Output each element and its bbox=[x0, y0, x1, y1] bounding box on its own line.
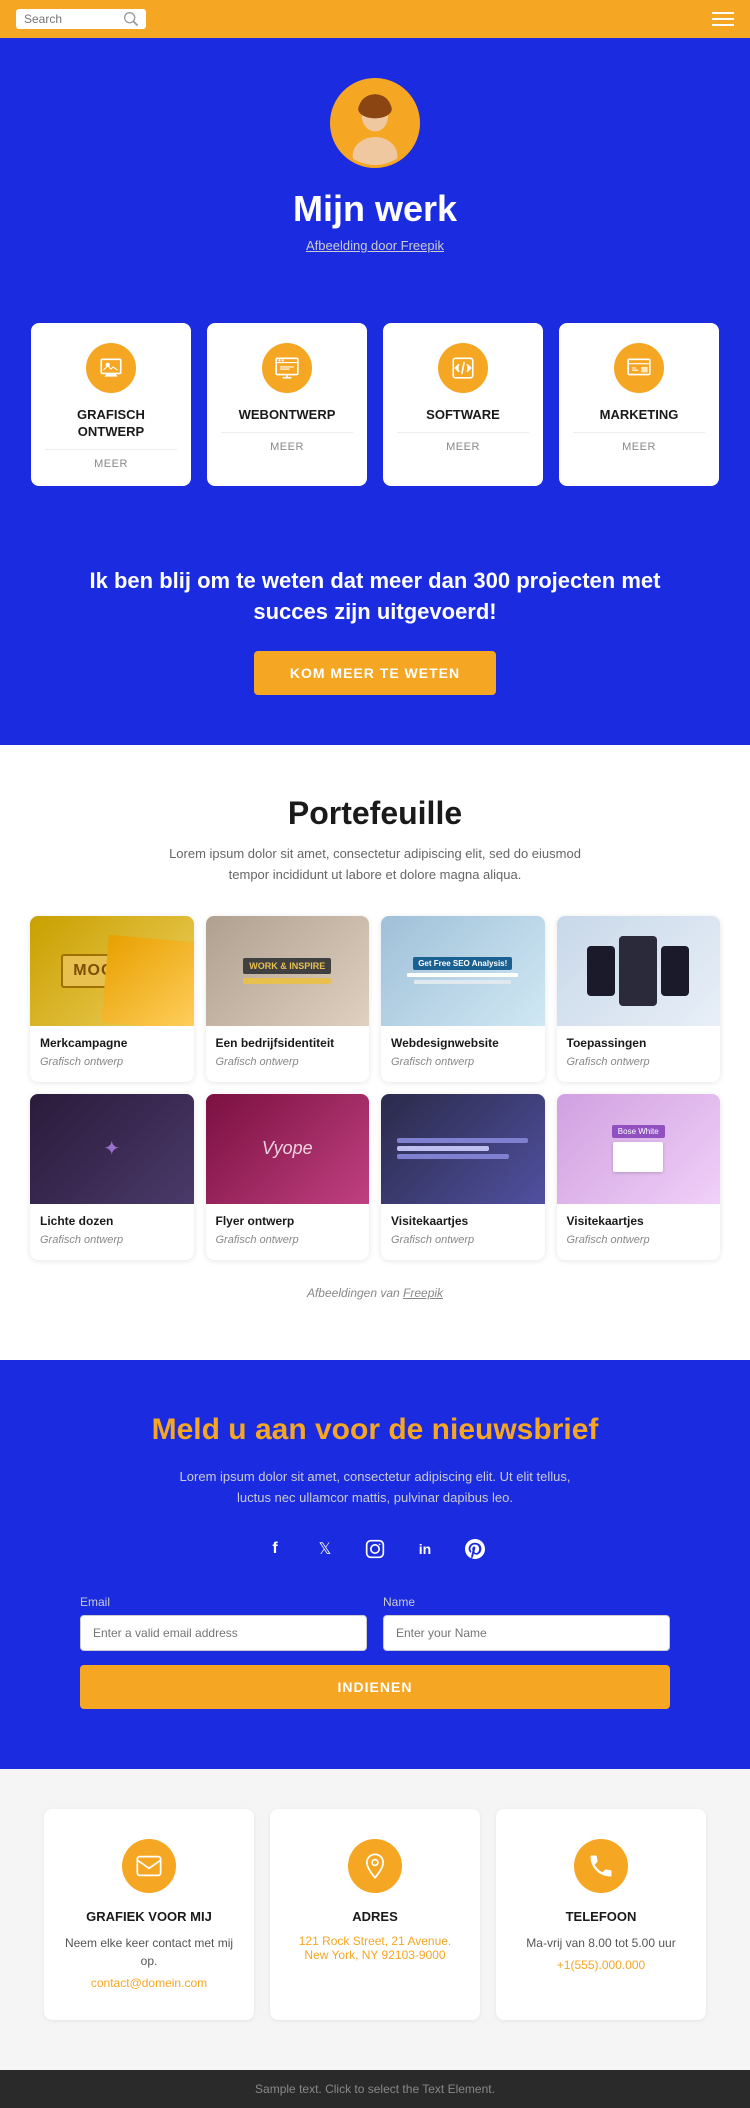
portfolio-item-0-title: Merkcampagne bbox=[40, 1036, 184, 1050]
service-title-webontwerp: WEBONTWERP bbox=[221, 407, 353, 424]
social-linkedin[interactable]: in bbox=[409, 1533, 441, 1565]
portfolio-item-5[interactable]: Vyope Flyer ontwerp Grafisch ontwerp bbox=[206, 1094, 370, 1260]
contact-telefoon-link[interactable]: +1(555).000.000 bbox=[516, 1958, 686, 1972]
footer: Sample text. Click to select the Text El… bbox=[0, 2070, 750, 2108]
portfolio-credit: Afbeeldingen van Freepik bbox=[30, 1276, 720, 1330]
hero-section: Mijn werk Afbeelding door Freepik bbox=[0, 38, 750, 303]
contact-card-adres: ADRES 121 Rock Street, 21 Avenue. New Yo… bbox=[270, 1809, 480, 2020]
service-icon-webontwerp bbox=[262, 343, 312, 393]
contact-icon-location bbox=[348, 1839, 402, 1893]
footer-text: Sample text. Click to select the Text El… bbox=[20, 2082, 730, 2096]
contact-icon-email bbox=[122, 1839, 176, 1893]
cta-button[interactable]: KOM MEER TE WETEN bbox=[254, 651, 496, 695]
cta-section: Ik ben blij om te weten dat meer dan 300… bbox=[0, 536, 750, 746]
service-icon-grafisch bbox=[86, 343, 136, 393]
social-icons: f 𝕏 in bbox=[80, 1533, 670, 1565]
portfolio-item-2-title: Webdesignwebsite bbox=[391, 1036, 535, 1050]
portfolio-item-5-title: Flyer ontwerp bbox=[216, 1214, 360, 1228]
contact-grafiek-title: GRAFIEK VOOR MIJ bbox=[64, 1909, 234, 1924]
contact-section: GRAFIEK VOOR MIJ Neem elke keer contact … bbox=[0, 1769, 750, 2070]
name-input[interactable] bbox=[383, 1615, 670, 1651]
portfolio-item-7-category: Grafisch ontwerp bbox=[567, 1234, 650, 1246]
email-group: Email bbox=[80, 1595, 367, 1651]
hamburger-menu[interactable] bbox=[712, 12, 734, 26]
portfolio-item-2[interactable]: Get Free SEO Analysis! Webdesignwebsite … bbox=[381, 916, 545, 1082]
services-section: GRAFISCHONTWERP MEER WEBONTWERP MEER bbox=[0, 303, 750, 536]
portfolio-item-1-title: Een bedrijfsidentiteit bbox=[216, 1036, 360, 1050]
social-twitter[interactable]: 𝕏 bbox=[309, 1533, 341, 1565]
portfolio-item-1[interactable]: WORK & INSPIRE Een bedrijfsidentiteit Gr… bbox=[206, 916, 370, 1082]
service-meer-software[interactable]: MEER bbox=[397, 432, 529, 453]
portfolio-item-1-category: Grafisch ontwerp bbox=[216, 1056, 299, 1068]
service-icon-marketing bbox=[614, 343, 664, 393]
portfolio-item-7-title: Visitekaartjes bbox=[567, 1214, 711, 1228]
portfolio-item-0[interactable]: MOCKUP Merkcampagne Grafisch ontwerp bbox=[30, 916, 194, 1082]
portfolio-item-0-category: Grafisch ontwerp bbox=[40, 1056, 123, 1068]
portfolio-item-4-title: Lichte dozen bbox=[40, 1214, 184, 1228]
social-instagram[interactable] bbox=[359, 1533, 391, 1565]
contact-adres-title: ADRES bbox=[290, 1909, 460, 1924]
name-group: Name bbox=[383, 1595, 670, 1651]
search-box[interactable] bbox=[16, 9, 146, 29]
newsletter-description: Lorem ipsum dolor sit amet, consectetur … bbox=[175, 1467, 575, 1509]
portfolio-item-3-title: Toepassingen bbox=[567, 1036, 711, 1050]
email-label: Email bbox=[80, 1595, 367, 1609]
social-pinterest[interactable] bbox=[459, 1533, 491, 1565]
social-facebook[interactable]: f bbox=[259, 1533, 291, 1565]
service-meer-marketing[interactable]: MEER bbox=[573, 432, 705, 453]
portfolio-title: Portefeuille bbox=[30, 795, 720, 832]
service-card-webontwerp[interactable]: WEBONTWERP MEER bbox=[207, 323, 367, 486]
portfolio-item-3[interactable]: Toepassingen Grafisch ontwerp bbox=[557, 916, 721, 1082]
hero-subtitle[interactable]: Afbeelding door Freepik bbox=[20, 238, 730, 253]
portfolio-section: Portefeuille Lorem ipsum dolor sit amet,… bbox=[0, 745, 750, 1360]
contact-icon-phone bbox=[574, 1839, 628, 1893]
service-card-software[interactable]: SOFTWARE MEER bbox=[383, 323, 543, 486]
newsletter-section: Meld u aan voor de nieuwsbrief Lorem ips… bbox=[0, 1360, 750, 1769]
email-input[interactable] bbox=[80, 1615, 367, 1651]
service-meer-grafisch[interactable]: MEER bbox=[45, 449, 177, 470]
service-title-grafisch: GRAFISCHONTWERP bbox=[45, 407, 177, 441]
name-label: Name bbox=[383, 1595, 670, 1609]
contact-telefoon-text: Ma-vrij van 8.00 tot 5.00 uur bbox=[516, 1934, 686, 1952]
portfolio-item-7[interactable]: Bose White Visitekaartjes Grafisch ontwe… bbox=[557, 1094, 721, 1260]
contact-grafiek-link[interactable]: contact@domein.com bbox=[64, 1976, 234, 1990]
portfolio-item-6[interactable]: Visitekaartjes Grafisch ontwerp bbox=[381, 1094, 545, 1260]
portfolio-item-5-category: Grafisch ontwerp bbox=[216, 1234, 299, 1246]
service-card-grafisch[interactable]: GRAFISCHONTWERP MEER bbox=[31, 323, 191, 486]
service-meer-webontwerp[interactable]: MEER bbox=[221, 432, 353, 453]
contact-card-grafiek: GRAFIEK VOOR MIJ Neem elke keer contact … bbox=[44, 1809, 254, 2020]
portfolio-grid: MOCKUP Merkcampagne Grafisch ontwerp WOR… bbox=[30, 916, 720, 1260]
hero-title: Mijn werk bbox=[20, 188, 730, 230]
contact-grafiek-text: Neem elke keer contact met mij op. bbox=[64, 1934, 234, 1970]
portfolio-description: Lorem ipsum dolor sit amet, consectetur … bbox=[155, 844, 595, 886]
search-input[interactable] bbox=[24, 12, 124, 26]
portfolio-item-4[interactable]: ✦ Lichte dozen Grafisch ontwerp bbox=[30, 1094, 194, 1260]
portfolio-item-2-category: Grafisch ontwerp bbox=[391, 1056, 474, 1068]
newsletter-title: Meld u aan voor de nieuwsbrief bbox=[80, 1410, 670, 1449]
portfolio-item-6-title: Visitekaartjes bbox=[391, 1214, 535, 1228]
portfolio-item-6-category: Grafisch ontwerp bbox=[391, 1234, 474, 1246]
service-title-software: SOFTWARE bbox=[397, 407, 529, 424]
service-card-marketing[interactable]: MARKETING MEER bbox=[559, 323, 719, 486]
contact-adres-link[interactable]: 121 Rock Street, 21 Avenue. New York, NY… bbox=[290, 1934, 460, 1962]
contact-telefoon-title: TELEFOON bbox=[516, 1909, 686, 1924]
portfolio-item-3-category: Grafisch ontwerp bbox=[567, 1056, 650, 1068]
portfolio-item-4-category: Grafisch ontwerp bbox=[40, 1234, 123, 1246]
submit-button[interactable]: INDIENEN bbox=[80, 1665, 670, 1709]
portfolio-credit-link[interactable]: Freepik bbox=[403, 1286, 443, 1300]
service-icon-software bbox=[438, 343, 488, 393]
cta-text: Ik ben blij om te weten dat meer dan 300… bbox=[80, 566, 670, 628]
header bbox=[0, 0, 750, 38]
avatar bbox=[330, 78, 420, 168]
contact-card-telefoon: TELEFOON Ma-vrij van 8.00 tot 5.00 uur +… bbox=[496, 1809, 706, 2020]
service-title-marketing: MARKETING bbox=[573, 407, 705, 424]
search-icon bbox=[124, 12, 138, 26]
newsletter-form: Email Name bbox=[80, 1595, 670, 1651]
